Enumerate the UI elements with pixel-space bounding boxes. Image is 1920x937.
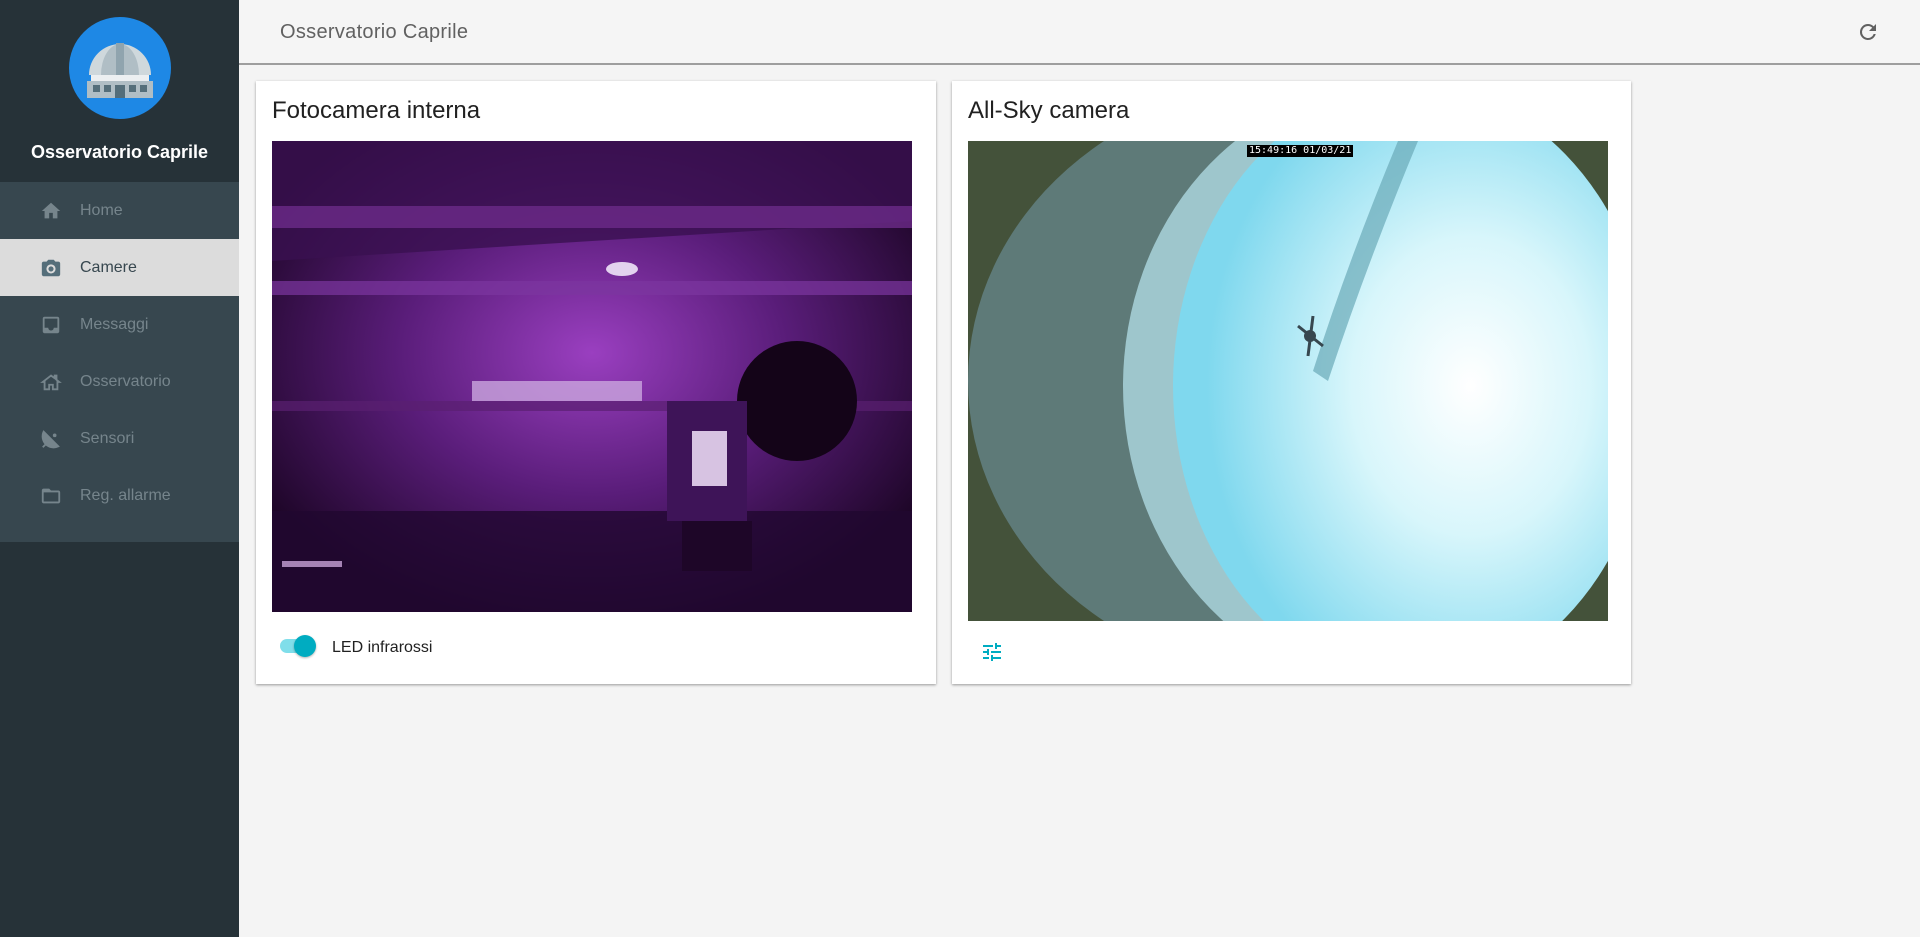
observatory-logo [69, 17, 171, 119]
inbox-icon [40, 314, 62, 336]
sidebar-item-reg-allarme[interactable]: Reg. allarme [0, 467, 239, 524]
camera-icon [40, 257, 62, 279]
led-infrared-label: LED infrarossi [332, 639, 433, 656]
sidebar-item-camere[interactable]: Camere [0, 239, 239, 296]
sidebar-item-label: Camere [80, 258, 137, 276]
sidebar-nav: Home Camere Messaggi Osservatorio Sensor… [0, 182, 239, 542]
sidebar-item-label: Home [80, 201, 123, 219]
refresh-button[interactable] [1856, 20, 1880, 44]
internal-camera-card: Fotocamera interna LED infrarossi [256, 81, 936, 684]
allsky-camera-card: All-Sky camera 15:49:16 01/03/21 [952, 81, 1631, 684]
sidebar-item-osservatorio[interactable]: Osservatorio [0, 353, 239, 410]
satellite-dish-icon [40, 428, 62, 450]
card-title: All-Sky camera [968, 97, 1130, 124]
home-icon [40, 200, 62, 222]
folder-icon [40, 485, 62, 507]
led-infrared-toggle[interactable] [280, 635, 316, 657]
tune-icon [980, 643, 1004, 668]
allsky-settings-button[interactable] [980, 640, 1004, 664]
sidebar: Osservatorio Caprile Home Camere Messagg… [0, 0, 239, 937]
brand-name: Osservatorio Caprile [30, 142, 209, 162]
sidebar-item-label: Reg. allarme [80, 486, 171, 504]
sidebar-item-label: Sensori [80, 429, 135, 447]
top-app-bar: Osservatorio Caprile [239, 0, 1920, 65]
sidebar-item-sensori[interactable]: Sensori [0, 410, 239, 467]
sidebar-item-messaggi[interactable]: Messaggi [0, 296, 239, 353]
sidebar-item-label: Messaggi [80, 315, 149, 333]
sidebar-item-home[interactable]: Home [0, 182, 239, 239]
card-title: Fotocamera interna [272, 97, 481, 124]
brand: Osservatorio Caprile [0, 0, 239, 182]
page-title: Osservatorio Caprile [280, 21, 469, 43]
sidebar-item-label: Osservatorio [80, 372, 171, 390]
allsky-camera-image: 15:49:16 01/03/21 [968, 141, 1608, 621]
toggle-thumb [294, 635, 316, 657]
internal-camera-image [272, 141, 912, 612]
refresh-icon [1856, 23, 1880, 48]
allsky-timestamp: 15:49:16 01/03/21 [1247, 145, 1354, 157]
observatory-icon [40, 371, 62, 393]
